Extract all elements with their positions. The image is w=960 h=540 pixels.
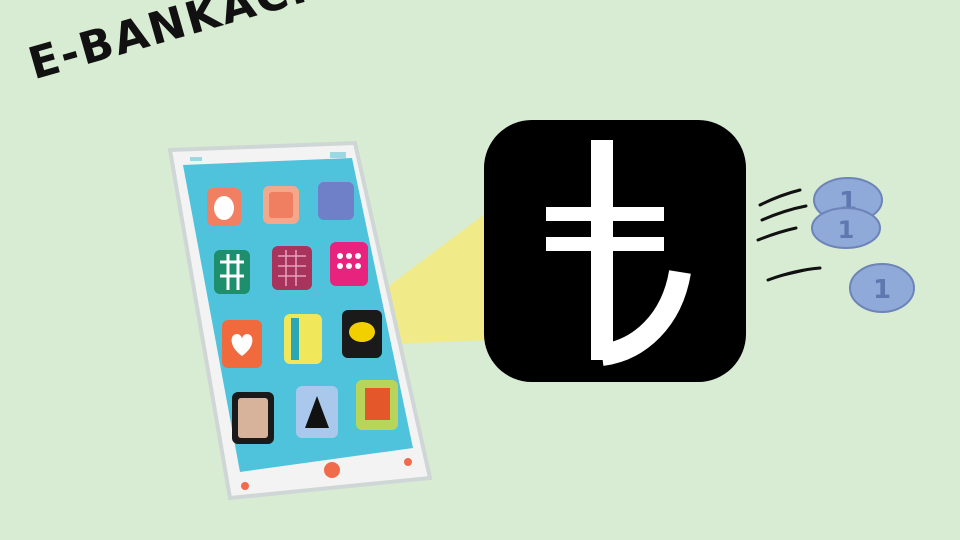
smartphone-icon	[167, 140, 433, 501]
app-icon	[284, 314, 322, 364]
svg-text:1: 1	[873, 275, 891, 305]
app-icon	[214, 250, 250, 294]
coin-icon: 1 1 1	[811, 177, 915, 313]
app-icon	[318, 182, 354, 220]
svg-text:1: 1	[838, 216, 855, 244]
app-icon	[272, 246, 312, 290]
turkish-lira-icon	[484, 120, 746, 382]
illustration: 1 1 1	[167, 120, 915, 501]
motion-lines	[756, 188, 822, 282]
